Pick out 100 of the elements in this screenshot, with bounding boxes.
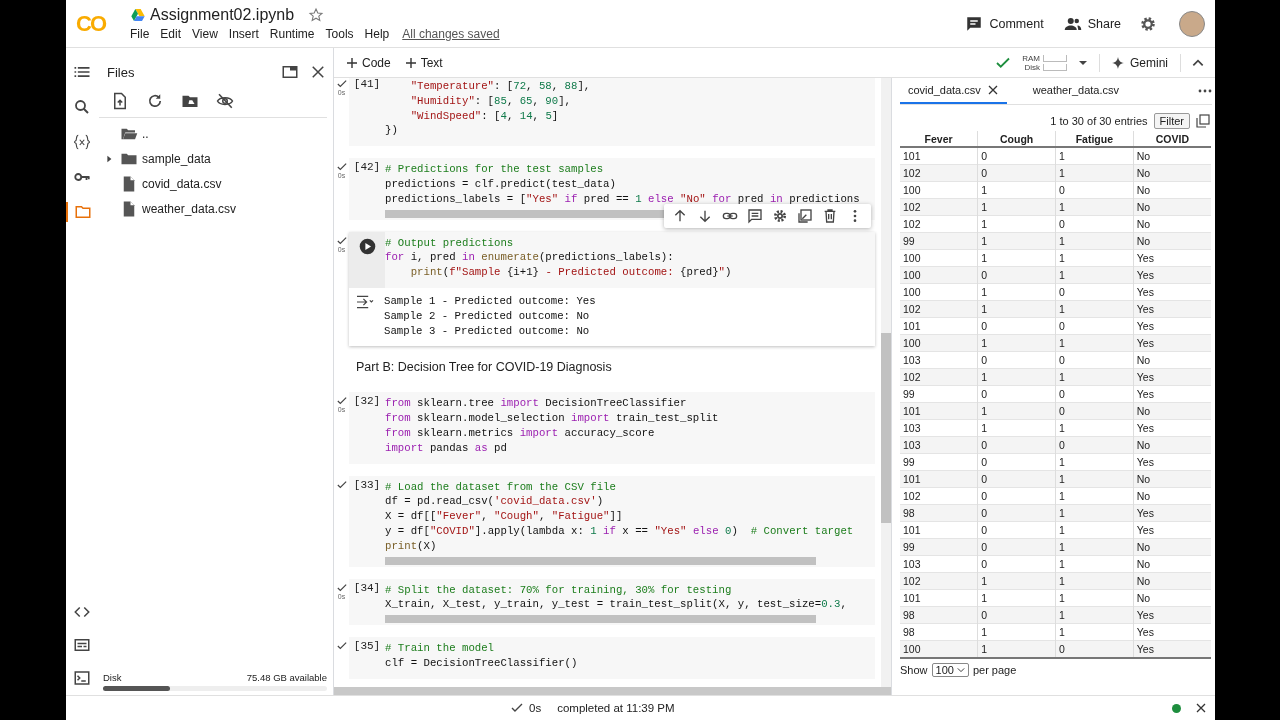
file-name: .. [142,126,149,141]
menu-item[interactable]: Tools [325,27,354,41]
star-icon[interactable] [308,7,325,23]
table-cell: No [1133,198,1211,216]
gemini-button[interactable]: Gemini [1110,53,1170,72]
table-cell: No [1133,402,1211,420]
file-tree-item[interactable]: weather_data.csv [99,196,333,221]
column-header[interactable]: Cough [977,131,1056,147]
move-up-icon[interactable] [672,207,688,224]
file-tree-item[interactable]: .. [99,121,333,146]
code-line: print(f"Sample {i+1} - Predicted outcome: {pred}") [409,265,733,280]
table-cell: Yes [1133,266,1211,284]
code-line: from sklearn.metrics import accuracy_score [385,425,656,441]
close-icon[interactable] [309,63,327,81]
code-cell[interactable]: [35] # Train the model clf = DecisionTreeClassifier() [349,637,875,679]
menu-item[interactable]: Help [364,27,390,41]
execution-count: [34] [353,581,381,596]
notebook-title[interactable]: Assignment02.ipynb [150,6,295,24]
execution-count: [33] [353,478,381,493]
table-cell: 0 [977,436,1056,454]
share-button[interactable]: Share [1061,10,1123,37]
code-cell[interactable]: [34] # Split the dataset: 70% for training, 30% for testing X_train, X_test, y_train, y_test = train_test_split(X, y, test_size=0.3, [349,578,875,626]
page-size-select[interactable]: 100 [931,663,969,677]
table-cell: 1 [977,572,1056,590]
add-code-button[interactable]: Code [344,53,393,72]
table-cell: 1 [1055,300,1134,318]
scrollbar[interactable] [881,333,891,523]
menu-item[interactable]: Insert [228,27,259,41]
column-header[interactable]: COVID [1133,131,1211,147]
column-header[interactable]: Fatigue [1055,131,1134,147]
file-name: covid_data.csv [142,176,222,191]
save-status-link[interactable]: All changes saved [402,27,500,41]
menu-item[interactable]: Edit [160,27,182,41]
table-cell: 100 [900,334,978,352]
delete-icon[interactable] [822,207,838,224]
file-tab[interactable]: covid_data.csv [900,78,1007,104]
table-cell: 0 [1055,640,1134,658]
code-line: # Split the dataset: 70% for training, 30% for testing [385,582,733,598]
table-cell: 0 [977,164,1056,182]
table-cell: 1 [1055,606,1134,624]
table-cell: 1 [1055,334,1134,352]
table-cell: 1 [1055,164,1134,182]
run-button[interactable] [358,237,376,255]
table-cell: 100 [900,266,978,284]
table-cell: 98 [900,504,978,522]
settings-icon[interactable] [1139,14,1157,33]
scrollbar[interactable] [385,615,817,624]
close-icon[interactable] [986,84,999,96]
avatar[interactable] [1179,10,1205,37]
plus-icon [404,56,417,69]
window-icon[interactable] [281,63,299,81]
expand-icon[interactable] [797,207,813,224]
panel-title: Files [107,64,135,80]
caret-icon[interactable] [105,154,113,163]
upload-icon[interactable] [111,92,129,110]
table-cell: Yes [1133,640,1211,658]
file-tree-item[interactable]: sample_data [99,146,333,171]
disk-label: Disk [103,672,122,683]
table-cell: Yes [1133,504,1211,522]
refresh-icon[interactable] [146,92,164,110]
filter-button[interactable]: Filter [1153,113,1190,129]
comment-button[interactable]: Comment [963,10,1046,37]
code-cell[interactable]: [33] # Load the dataset from the CSV file df = pd.read_csv('covid_data.csv') X = df[["Fever", "Cough", "Fatigue"]] y = df["COVID"].apply(lambda x: 1 if x == "Yes" else 0) # Convert target print(X) [349,475,875,567]
output-icon[interactable] [355,293,375,310]
menu-item[interactable]: File [130,27,150,41]
table-cell: 102 [900,198,978,216]
code-cell[interactable]: [41] "Temperature": [72, 58, 88], "Humidity": [85, 65, 90], "WindSpeed": [4, 14, 5] }) [349,78,875,147]
comment-icon[interactable] [747,207,763,224]
code-line: # Load the dataset from the CSV file [385,479,617,495]
terminal-icon[interactable] [73,669,91,687]
add-text-button[interactable]: Text [402,53,445,72]
table-cell: 0 [977,538,1056,556]
table-cell: 102 [900,164,978,182]
hidden-files-icon[interactable] [216,92,234,110]
file-tree-item[interactable]: covid_data.csv [99,171,333,196]
code-line: clf = DecisionTreeClassifier() [385,655,579,671]
menu-item[interactable]: View [192,27,218,41]
code-cell[interactable]: [32] from sklearn.tree import DecisionTreeClassifier from sklearn.model_selection import train_test_split from sklearn.metrics import accuracy_score import pandas as pd [349,392,875,464]
scrollbar[interactable] [385,556,817,565]
execution-count: [41] [353,78,381,92]
table-cell: 1 [977,300,1056,318]
table-cell: No [1133,572,1211,590]
command-palette-icon[interactable] [73,636,91,654]
text-cell[interactable]: Part B: Decision Tree for COVID-19 Diagnosis [334,358,881,381]
scrollbar[interactable] [334,687,891,695]
code-line: }) [385,123,399,139]
close-icon[interactable] [1195,702,1207,714]
status-message: completed at 11:39 PM [557,702,675,714]
file-tab[interactable]: weather_data.csv [1024,78,1127,104]
table-cell: No [1133,232,1211,250]
column-header[interactable]: Fever [900,131,978,147]
code-cell[interactable]: [42] # Predictions for the test samples predictions = clf.predict(test_data) predictions_labels = ["Yes" if pred == 1 else "No" for pred in predictions [349,158,875,220]
code-line: "Temperature": [72, 58, 88], [409,79,592,94]
code-line: for i, pred in enumerate(predictions_labels): [385,250,675,266]
copy-icon[interactable] [1196,114,1210,128]
settings-icon[interactable] [772,207,788,224]
table-cell: No [1133,470,1211,488]
menu-item[interactable]: Runtime [269,27,315,41]
execution-count: [42] [353,161,381,176]
show-label: Show [900,664,928,676]
